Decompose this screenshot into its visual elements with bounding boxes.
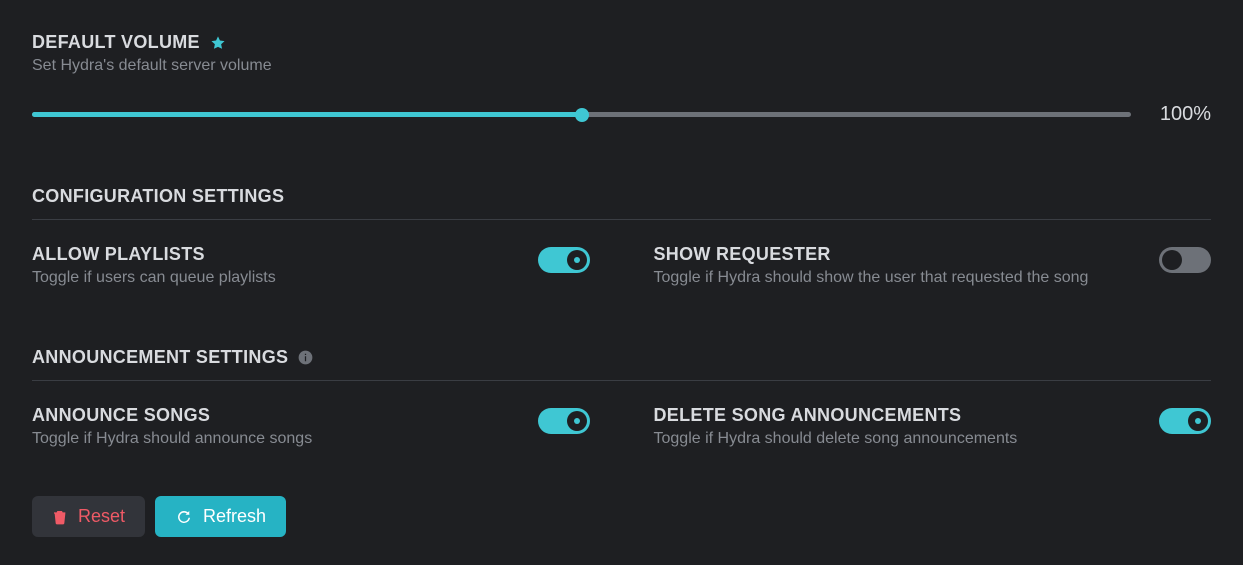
- volume-desc: Set Hydra's default server volume: [32, 57, 1211, 75]
- allow-playlists-desc: Toggle if users can queue playlists: [32, 269, 514, 287]
- show-requester-title: SHOW REQUESTER: [654, 244, 1136, 265]
- announcement-section-title: ANNOUNCEMENT SETTINGS: [32, 347, 288, 368]
- allow-playlists-toggle[interactable]: [538, 247, 590, 273]
- delete-announcements-toggle[interactable]: [1159, 408, 1211, 434]
- announce-songs-title: ANNOUNCE SONGS: [32, 405, 514, 426]
- volume-value: 100%: [1155, 103, 1211, 126]
- refresh-button[interactable]: Refresh: [155, 496, 286, 537]
- divider: [32, 219, 1211, 220]
- trash-icon: [52, 508, 68, 526]
- announce-songs-toggle[interactable]: [538, 408, 590, 434]
- volume-slider[interactable]: [32, 112, 1131, 117]
- show-requester-toggle[interactable]: [1159, 247, 1211, 273]
- volume-title: DEFAULT VOLUME: [32, 32, 200, 53]
- show-requester-desc: Toggle if Hydra should show the user tha…: [654, 269, 1136, 287]
- volume-slider-thumb[interactable]: [575, 108, 589, 122]
- divider: [32, 380, 1211, 381]
- star-icon: [210, 35, 226, 51]
- delete-announcements-title: DELETE SONG ANNOUNCEMENTS: [654, 405, 1136, 426]
- refresh-label: Refresh: [203, 506, 266, 527]
- announce-songs-desc: Toggle if Hydra should announce songs: [32, 430, 514, 448]
- allow-playlists-title: ALLOW PLAYLISTS: [32, 244, 514, 265]
- reset-label: Reset: [78, 506, 125, 527]
- reset-button[interactable]: Reset: [32, 496, 145, 537]
- config-section-title: CONFIGURATION SETTINGS: [32, 186, 284, 206]
- info-icon[interactable]: [298, 350, 313, 365]
- refresh-icon: [175, 508, 193, 526]
- delete-announcements-desc: Toggle if Hydra should delete song annou…: [654, 430, 1136, 448]
